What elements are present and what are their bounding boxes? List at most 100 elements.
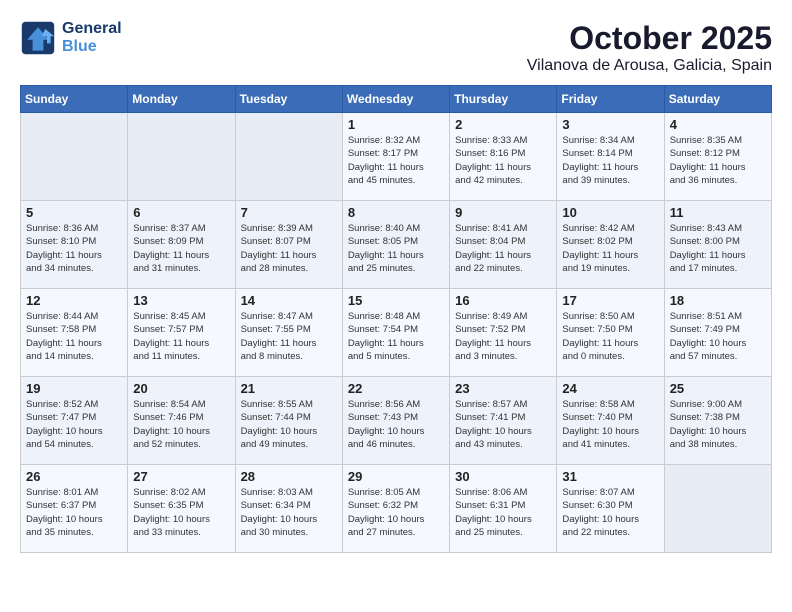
day-number: 11 <box>670 205 766 220</box>
day-number: 13 <box>133 293 229 308</box>
day-number: 2 <box>455 117 551 132</box>
day-info: Sunrise: 8:49 AM Sunset: 7:52 PM Dayligh… <box>455 310 551 363</box>
day-cell: 26 Sunrise: 8:01 AM Sunset: 6:37 PM Dayli… <box>21 465 128 553</box>
week-row-5: 26 Sunrise: 8:01 AM Sunset: 6:37 PM Dayli… <box>21 465 772 553</box>
day-number: 25 <box>670 381 766 396</box>
day-cell: 19 Sunrise: 8:52 AM Sunset: 7:47 PM Dayli… <box>21 377 128 465</box>
day-cell: 29 Sunrise: 8:05 AM Sunset: 6:32 PM Dayli… <box>342 465 449 553</box>
day-info: Sunrise: 8:52 AM Sunset: 7:47 PM Dayligh… <box>26 398 122 451</box>
day-cell: 17Sunrise: 8:50 AM Sunset: 7:50 PM Dayli… <box>557 289 664 377</box>
day-info: Sunrise: 8:48 AM Sunset: 7:54 PM Dayligh… <box>348 310 444 363</box>
day-number: 31 <box>562 469 658 484</box>
weekday-header-friday: Friday <box>557 86 664 113</box>
week-row-2: 5 Sunrise: 8:36 AM Sunset: 8:10 PM Daylig… <box>21 201 772 289</box>
weekday-header-sunday: Sunday <box>21 86 128 113</box>
title-block: October 2025 Vilanova de Arousa, Galicia… <box>527 20 772 75</box>
day-number: 10 <box>562 205 658 220</box>
day-cell: 30 Sunrise: 8:06 AM Sunset: 6:31 PM Dayli… <box>450 465 557 553</box>
day-number: 12 <box>26 293 122 308</box>
day-cell: 20 Sunrise: 8:54 AM Sunset: 7:46 PM Dayli… <box>128 377 235 465</box>
day-cell: 12Sunrise: 8:44 AM Sunset: 7:58 PM Dayli… <box>21 289 128 377</box>
day-cell <box>664 465 771 553</box>
day-info: Sunrise: 8:03 AM Sunset: 6:34 PM Dayligh… <box>241 486 337 539</box>
day-cell: 2Sunrise: 8:33 AM Sunset: 8:16 PM Daylig… <box>450 113 557 201</box>
week-row-3: 12Sunrise: 8:44 AM Sunset: 7:58 PM Dayli… <box>21 289 772 377</box>
day-info: Sunrise: 8:05 AM Sunset: 6:32 PM Dayligh… <box>348 486 444 539</box>
day-cell: 15 Sunrise: 8:48 AM Sunset: 7:54 PM Dayli… <box>342 289 449 377</box>
day-info: Sunrise: 8:37 AM Sunset: 8:09 PM Dayligh… <box>133 222 229 275</box>
location-subtitle: Vilanova de Arousa, Galicia, Spain <box>527 57 772 75</box>
day-cell: 25 Sunrise: 9:00 AM Sunset: 7:38 PM Dayli… <box>664 377 771 465</box>
day-info: Sunrise: 8:51 AM Sunset: 7:49 PM Dayligh… <box>670 310 766 363</box>
day-cell: 4 Sunrise: 8:35 AM Sunset: 8:12 PM Daylig… <box>664 113 771 201</box>
day-number: 19 <box>26 381 122 396</box>
day-cell: 14 Sunrise: 8:47 AM Sunset: 7:55 PM Dayli… <box>235 289 342 377</box>
day-cell: 13 Sunrise: 8:45 AM Sunset: 7:57 PM Dayli… <box>128 289 235 377</box>
day-cell <box>21 113 128 201</box>
day-info: Sunrise: 8:58 AM Sunset: 7:40 PM Dayligh… <box>562 398 658 451</box>
day-number: 24 <box>562 381 658 396</box>
day-cell: 5 Sunrise: 8:36 AM Sunset: 8:10 PM Daylig… <box>21 201 128 289</box>
day-number: 3 <box>562 117 658 132</box>
day-info: Sunrise: 8:56 AM Sunset: 7:43 PM Dayligh… <box>348 398 444 451</box>
logo-icon <box>20 20 56 56</box>
day-info: Sunrise: 8:50 AM Sunset: 7:50 PM Dayligh… <box>562 310 658 363</box>
day-number: 15 <box>348 293 444 308</box>
day-info: Sunrise: 8:35 AM Sunset: 8:12 PM Dayligh… <box>670 134 766 187</box>
weekday-header-tuesday: Tuesday <box>235 86 342 113</box>
weekday-header-saturday: Saturday <box>664 86 771 113</box>
day-info: Sunrise: 8:41 AM Sunset: 8:04 PM Dayligh… <box>455 222 551 275</box>
weekday-header-monday: Monday <box>128 86 235 113</box>
day-number: 26 <box>26 469 122 484</box>
week-row-1: 1Sunrise: 8:32 AM Sunset: 8:17 PM Daylig… <box>21 113 772 201</box>
day-number: 30 <box>455 469 551 484</box>
day-number: 18 <box>670 293 766 308</box>
day-cell <box>128 113 235 201</box>
day-cell: 16Sunrise: 8:49 AM Sunset: 7:52 PM Dayli… <box>450 289 557 377</box>
day-info: Sunrise: 8:57 AM Sunset: 7:41 PM Dayligh… <box>455 398 551 451</box>
day-info: Sunrise: 8:40 AM Sunset: 8:05 PM Dayligh… <box>348 222 444 275</box>
day-number: 23 <box>455 381 551 396</box>
day-cell: 7Sunrise: 8:39 AM Sunset: 8:07 PM Daylig… <box>235 201 342 289</box>
month-title: October 2025 <box>527 20 772 57</box>
calendar-table: SundayMondayTuesdayWednesdayThursdayFrid… <box>20 85 772 553</box>
day-number: 4 <box>670 117 766 132</box>
day-cell: 21Sunrise: 8:55 AM Sunset: 7:44 PM Dayli… <box>235 377 342 465</box>
day-number: 20 <box>133 381 229 396</box>
page-header: General Blue October 2025 Vilanova de Ar… <box>20 20 772 75</box>
day-cell: 27Sunrise: 8:02 AM Sunset: 6:35 PM Dayli… <box>128 465 235 553</box>
day-cell: 11 Sunrise: 8:43 AM Sunset: 8:00 PM Dayli… <box>664 201 771 289</box>
day-number: 29 <box>348 469 444 484</box>
day-cell: 18 Sunrise: 8:51 AM Sunset: 7:49 PM Dayli… <box>664 289 771 377</box>
day-info: Sunrise: 8:55 AM Sunset: 7:44 PM Dayligh… <box>241 398 337 451</box>
day-number: 14 <box>241 293 337 308</box>
day-number: 5 <box>26 205 122 220</box>
day-cell: 1Sunrise: 8:32 AM Sunset: 8:17 PM Daylig… <box>342 113 449 201</box>
day-cell: 9 Sunrise: 8:41 AM Sunset: 8:04 PM Daylig… <box>450 201 557 289</box>
day-info: Sunrise: 8:34 AM Sunset: 8:14 PM Dayligh… <box>562 134 658 187</box>
day-cell <box>235 113 342 201</box>
day-cell: 23 Sunrise: 8:57 AM Sunset: 7:41 PM Dayli… <box>450 377 557 465</box>
day-info: Sunrise: 8:45 AM Sunset: 7:57 PM Dayligh… <box>133 310 229 363</box>
day-info: Sunrise: 8:06 AM Sunset: 6:31 PM Dayligh… <box>455 486 551 539</box>
day-info: Sunrise: 8:32 AM Sunset: 8:17 PM Dayligh… <box>348 134 444 187</box>
day-info: Sunrise: 8:54 AM Sunset: 7:46 PM Dayligh… <box>133 398 229 451</box>
day-number: 9 <box>455 205 551 220</box>
day-cell: 8Sunrise: 8:40 AM Sunset: 8:05 PM Daylig… <box>342 201 449 289</box>
day-number: 27 <box>133 469 229 484</box>
day-cell: 6 Sunrise: 8:37 AM Sunset: 8:09 PM Daylig… <box>128 201 235 289</box>
day-info: Sunrise: 8:07 AM Sunset: 6:30 PM Dayligh… <box>562 486 658 539</box>
day-info: Sunrise: 8:36 AM Sunset: 8:10 PM Dayligh… <box>26 222 122 275</box>
day-number: 28 <box>241 469 337 484</box>
logo-text: General Blue <box>62 20 122 56</box>
weekday-header-thursday: Thursday <box>450 86 557 113</box>
day-number: 6 <box>133 205 229 220</box>
day-info: Sunrise: 8:47 AM Sunset: 7:55 PM Dayligh… <box>241 310 337 363</box>
day-info: Sunrise: 8:42 AM Sunset: 8:02 PM Dayligh… <box>562 222 658 275</box>
week-row-4: 19 Sunrise: 8:52 AM Sunset: 7:47 PM Dayli… <box>21 377 772 465</box>
day-info: Sunrise: 9:00 AM Sunset: 7:38 PM Dayligh… <box>670 398 766 451</box>
day-cell: 3 Sunrise: 8:34 AM Sunset: 8:14 PM Daylig… <box>557 113 664 201</box>
day-info: Sunrise: 8:43 AM Sunset: 8:00 PM Dayligh… <box>670 222 766 275</box>
day-info: Sunrise: 8:01 AM Sunset: 6:37 PM Dayligh… <box>26 486 122 539</box>
day-number: 7 <box>241 205 337 220</box>
